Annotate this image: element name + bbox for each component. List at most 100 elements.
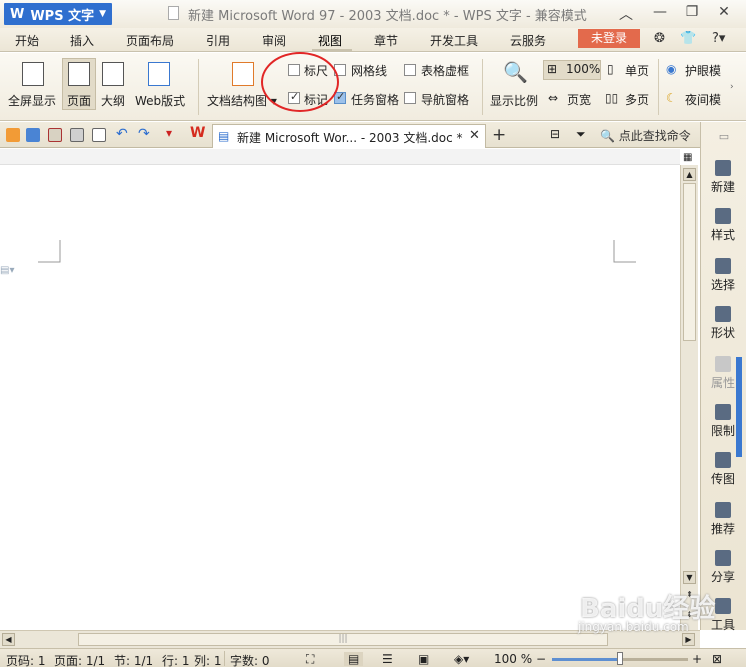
share-icon (715, 550, 731, 566)
document-tab-label: 新建 Microsoft Wor... - 2003 文档.doc * (237, 131, 463, 145)
tab-insert[interactable]: 插入 (70, 32, 94, 49)
panel-item-select[interactable]: 选择 (700, 258, 746, 293)
status-section: 节: 1/1 (114, 654, 154, 667)
zoom-percent[interactable]: 100 % (494, 652, 532, 666)
paste-options-icon[interactable]: ▤▾ (0, 265, 14, 276)
panel-item-share[interactable]: 分享 (700, 550, 746, 585)
fullscreen-icon (22, 62, 44, 86)
wps-menu-button[interactable]: W WPS 文字 ▼ (4, 3, 112, 25)
export-pdf-icon[interactable] (48, 128, 62, 142)
window-title: 新建 Microsoft Word 97 - 2003 文档.doc * - W… (188, 9, 587, 24)
page-width-button[interactable]: 页宽 (567, 91, 591, 108)
nav-pane-checkbox[interactable] (404, 92, 416, 104)
tab-section[interactable]: 章节 (374, 32, 398, 49)
collapse-ribbon-button[interactable]: ︿ (614, 4, 638, 24)
fullscreen-status-icon[interactable]: ⛶ (306, 652, 314, 667)
panel-item-label: 形状 (710, 326, 735, 340)
scroll-down-button[interactable]: ▼ (683, 571, 696, 584)
zoom-out-button[interactable]: − (536, 652, 546, 666)
page-view-status-icon[interactable]: ▤ (344, 652, 364, 666)
tab-menu-icon[interactable]: ⏷ (576, 127, 586, 142)
page-margin-corner-top-left (38, 240, 61, 263)
panel-item-shape[interactable]: 形状 (700, 306, 746, 341)
web-view-status-icon[interactable]: ▣ (418, 652, 429, 666)
chevron-down-icon: ▼ (99, 9, 106, 19)
open-icon[interactable] (6, 128, 20, 142)
table-gridlines-checkbox[interactable] (404, 64, 416, 76)
multi-page-button[interactable]: 多页 (625, 91, 649, 108)
tab-references[interactable]: 引用 (206, 32, 230, 49)
document-tab-bar: ↶ ↷ ▾ W ▤ 新建 Microsoft Wor... - 2003 文档.… (0, 122, 700, 148)
tab-developer[interactable]: 开发工具 (430, 32, 478, 49)
page-view-button[interactable]: 页面 (67, 92, 91, 109)
tab-list-icon[interactable]: ⊟ (550, 127, 560, 141)
vertical-scrollbar[interactable]: ▲ ▼ ⇞ ⇟ (680, 165, 698, 630)
tab-page-layout[interactable]: 页面布局 (126, 32, 174, 49)
night-mode-button[interactable]: 夜间模 (685, 91, 721, 108)
outline-status-icon[interactable]: ☰ (382, 652, 393, 666)
horizontal-scroll-thumb[interactable]: ||| (78, 633, 608, 646)
print-preview-icon[interactable] (92, 128, 106, 142)
zoom-slider-fill (552, 658, 620, 661)
eye-protect-icon: ◉ (666, 62, 677, 76)
scroll-right-button[interactable]: ▶ (682, 633, 695, 646)
eye-mode-button[interactable]: 护眼模 (685, 62, 721, 79)
title-bar: W WPS 文字 ▼ 新建 Microsoft Word 97 - 2003 文… (0, 0, 746, 28)
ribbon-scroll-right-icon[interactable]: › (730, 82, 734, 92)
vertical-scroll-thumb[interactable] (683, 183, 696, 341)
customize-toolbar-icon[interactable]: ▾ (166, 126, 172, 140)
wps-logo-icon: W (190, 125, 206, 141)
scroll-left-button[interactable]: ◀ (2, 633, 15, 646)
single-page-button[interactable]: 单页 (625, 62, 649, 79)
undo-icon[interactable]: ↶ (116, 126, 128, 142)
zoom-100-button[interactable]: 100% (566, 62, 600, 76)
single-page-icon: ▯ (607, 62, 614, 76)
close-tab-button[interactable]: ✕ (469, 128, 480, 143)
print-icon[interactable] (70, 128, 84, 142)
panel-menu-icon[interactable]: ▭ (701, 130, 746, 143)
zoom-in-button[interactable]: + (692, 652, 702, 666)
night-mode-icon: ☾ (666, 91, 677, 105)
panel-item-label: 选择 (710, 278, 735, 292)
zoom-ratio-button[interactable]: 显示比例 (490, 92, 538, 109)
restore-button[interactable]: ❐ (680, 4, 704, 24)
tab-view[interactable]: 视图 (318, 32, 342, 49)
tab-home[interactable]: 开始 (15, 32, 39, 49)
fit-window-icon[interactable]: ⊠ (712, 652, 722, 666)
tab-cloud[interactable]: 云服务 (510, 32, 546, 49)
canvas-top-strip (0, 149, 680, 165)
panel-item-style[interactable]: 样式 (700, 208, 746, 243)
fullscreen-button[interactable]: 全屏显示 (8, 92, 56, 109)
word-doc-icon: ▤ (218, 129, 230, 143)
minimize-button[interactable]: — (648, 4, 672, 24)
style-icon (715, 208, 731, 224)
split-view-icon[interactable]: ▦ (683, 152, 692, 163)
zoom-slider-handle[interactable] (617, 652, 623, 665)
command-search[interactable]: 🔍 点此查找命令 (600, 127, 691, 144)
close-button[interactable]: ✕ (712, 4, 736, 24)
status-row: 行: 1 (162, 654, 190, 667)
read-mode-status-icon[interactable]: ◈▾ (454, 652, 469, 666)
panel-item-image-upload[interactable]: 传图 (700, 452, 746, 487)
login-button[interactable]: 未登录 (578, 29, 640, 48)
redo-icon[interactable]: ↷ (138, 126, 150, 142)
panel-item-recommend[interactable]: 推荐 (700, 502, 746, 537)
page-view-icon (68, 62, 90, 86)
shirt-icon[interactable]: 👕 (680, 31, 696, 46)
search-icon: 🔍 (600, 129, 615, 143)
new-tab-button[interactable]: + (492, 125, 506, 145)
outline-button[interactable]: 大纲 (101, 92, 125, 109)
document-tab[interactable]: ▤ 新建 Microsoft Wor... - 2003 文档.doc * ✕ (212, 124, 486, 148)
web-layout-button[interactable]: Web版式 (135, 92, 185, 109)
scroll-up-button[interactable]: ▲ (683, 168, 696, 181)
status-word-count[interactable]: 字数: 0 (230, 652, 270, 667)
document-canvas[interactable] (0, 149, 680, 630)
save-icon[interactable] (26, 128, 40, 142)
document-icon (168, 6, 179, 20)
help-button[interactable]: ?▾ (712, 31, 725, 46)
skin-icon[interactable]: ❂ (654, 31, 665, 46)
panel-item-new-doc[interactable]: 新建 (700, 160, 746, 195)
status-pages: 页面: 1/1 (54, 654, 106, 667)
tab-review[interactable]: 审阅 (262, 32, 286, 49)
property-icon (715, 356, 731, 372)
